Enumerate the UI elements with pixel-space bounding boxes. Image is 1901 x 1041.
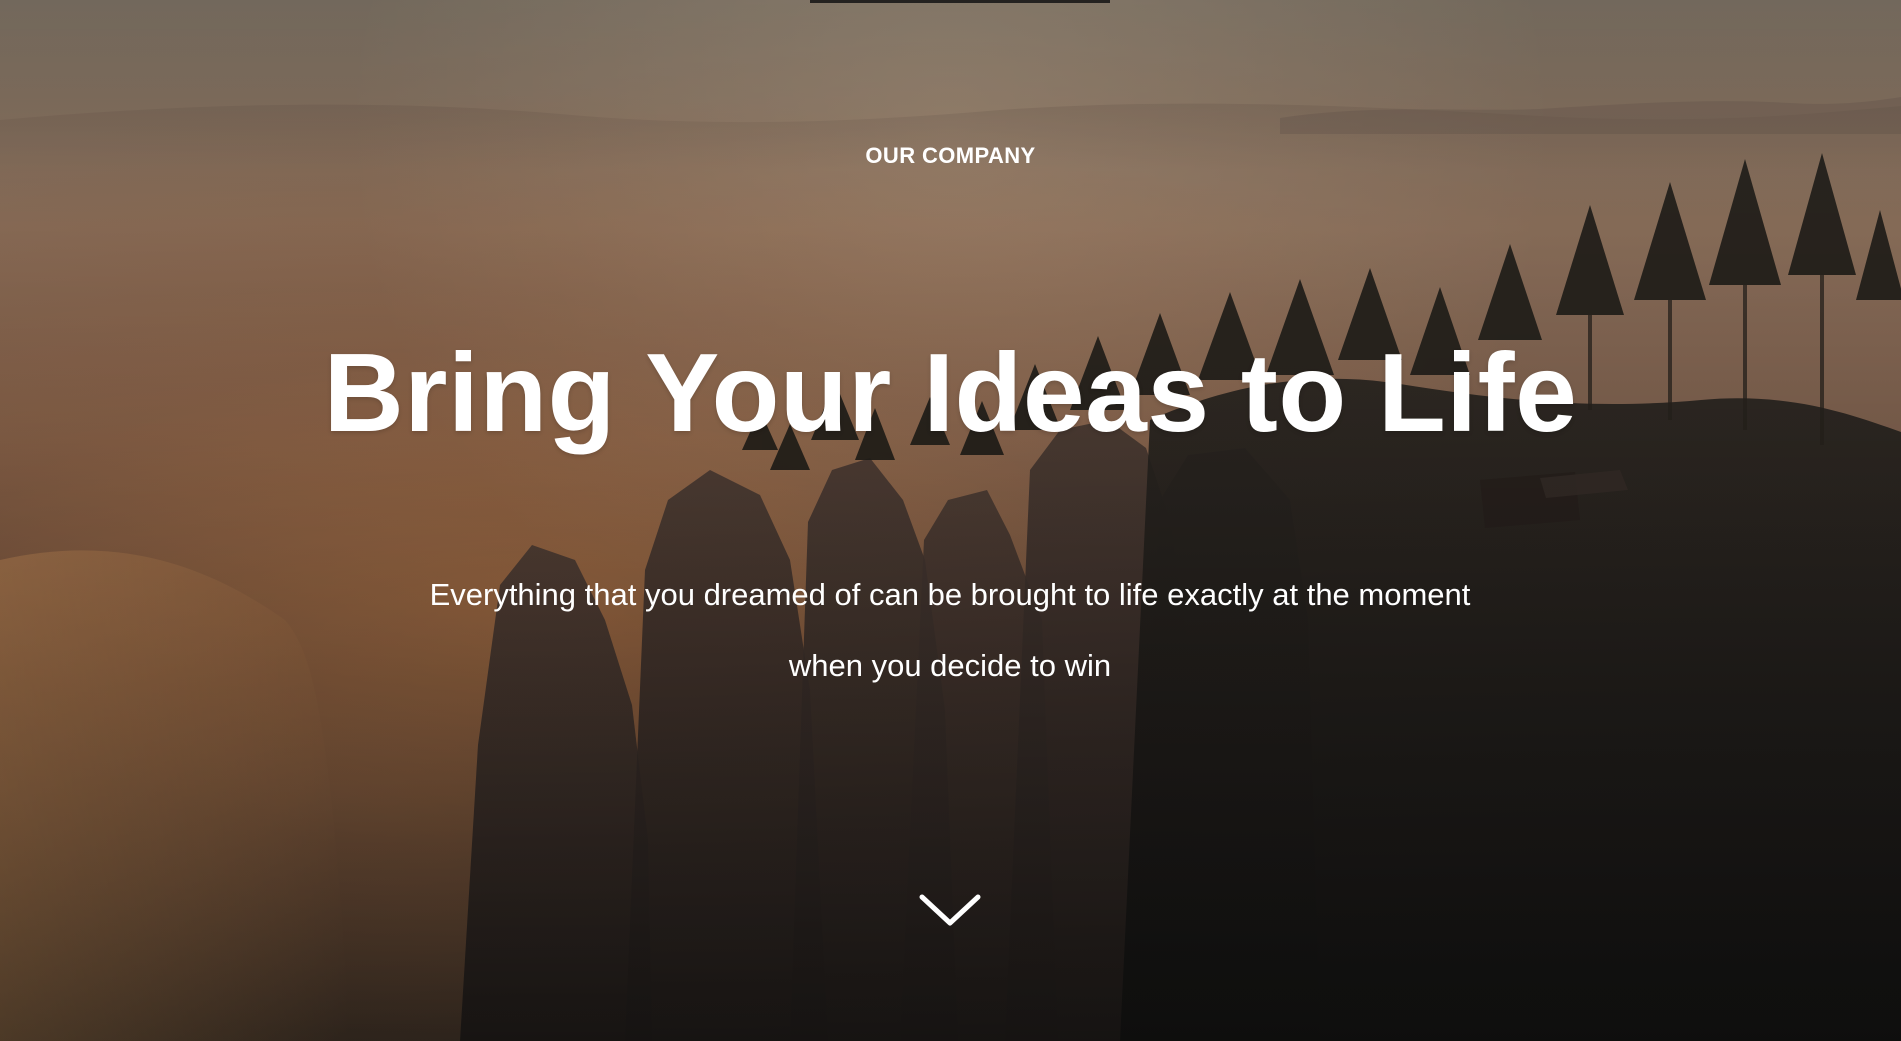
chevron-down-icon (919, 894, 981, 926)
eyebrow-label: OUR COMPANY (865, 143, 1036, 168)
scroll-down-button[interactable] (917, 886, 983, 934)
hero-title: Bring Your Ideas to Life (323, 331, 1578, 455)
hero-subtitle: Everything that you dreamed of can be br… (429, 577, 1471, 683)
hero-section: OUR COMPANY Bring Your Ideas to Life Eve… (0, 0, 1901, 1041)
hero-content: OUR COMPANY Bring Your Ideas to Life Eve… (0, 0, 1901, 1041)
